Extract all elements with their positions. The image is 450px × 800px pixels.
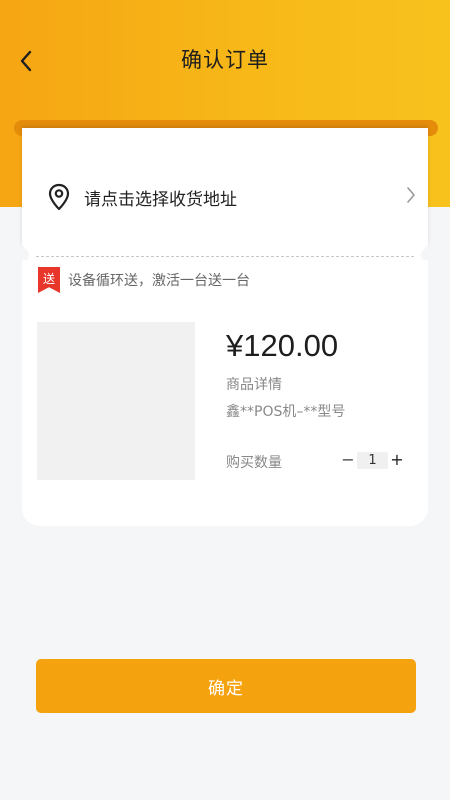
promo-text: 设备循环送，激活一台送一台 [68, 273, 250, 289]
address-selector[interactable]: 请点击选择收货地址 [22, 178, 428, 216]
quantity-value[interactable]: 1 [357, 452, 388, 469]
confirm-button[interactable]: 确定 [36, 659, 416, 713]
quantity-increase-button[interactable]: + [389, 450, 405, 469]
product-image [37, 322, 195, 480]
promo-tag: 送 [38, 267, 60, 293]
product-model: 鑫**POS机–**型号 [226, 404, 346, 420]
location-pin-icon [46, 182, 72, 212]
page-title: 确认订单 [181, 48, 269, 72]
quantity-decrease-button[interactable]: − [340, 450, 356, 469]
quantity-label: 购买数量 [226, 455, 282, 471]
product-price: ¥120.00 [226, 328, 339, 363]
address-placeholder: 请点击选择收货地址 [84, 189, 237, 210]
promo-banner: 送 设备循环送，激活一台送一台 [38, 267, 250, 293]
product-detail-label[interactable]: 商品详情 [226, 374, 282, 394]
chevron-right-icon [406, 186, 416, 208]
